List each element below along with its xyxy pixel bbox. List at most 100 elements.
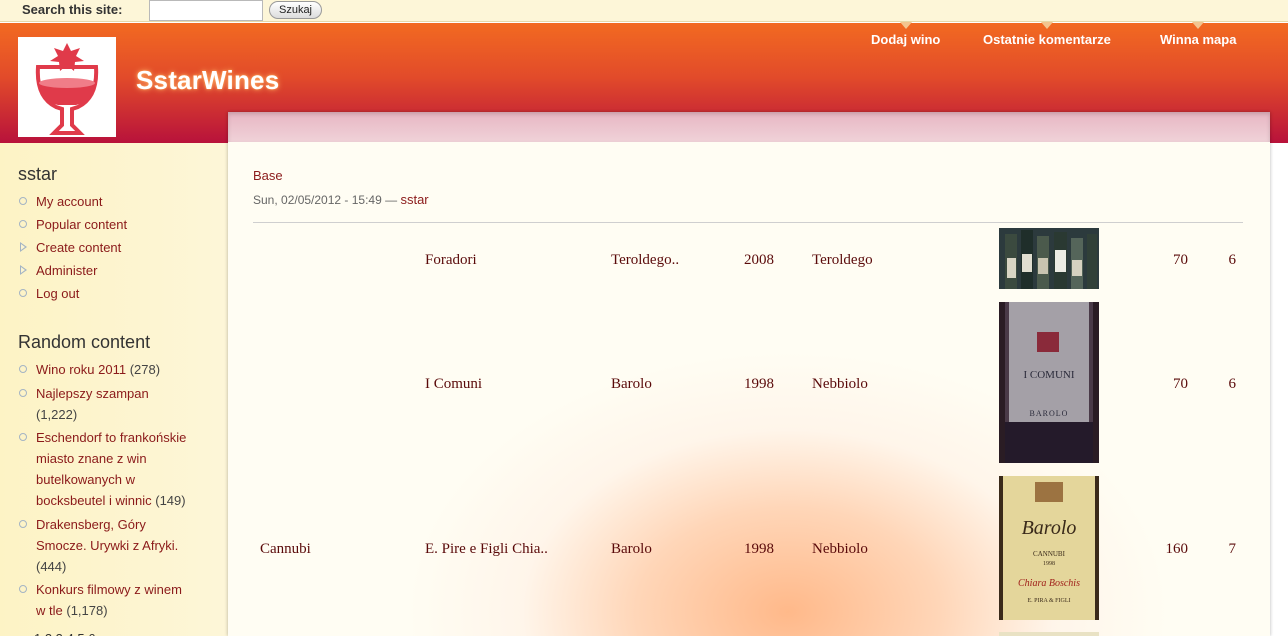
- random-item-link[interactable]: miasto znane z win: [36, 451, 147, 466]
- pager[interactable]: 1 2 3 4 5 6: [34, 628, 219, 636]
- meta-separator: —: [385, 193, 398, 207]
- random-item-link[interactable]: Wino roku 2011: [36, 362, 126, 377]
- nav-label: Ostatnie komentarze: [983, 32, 1111, 47]
- nav-ostatnie-komentarze[interactable]: Ostatnie komentarze: [983, 22, 1111, 47]
- grape-cell: Teroldego: [812, 252, 873, 268]
- year-cell: 1998: [744, 376, 774, 392]
- collapsed-arrow-icon: [20, 242, 27, 252]
- wine-photo-thumbnail[interactable]: I COMUNI BAROLO: [999, 302, 1099, 463]
- nav-pointer-icon: [1040, 22, 1053, 29]
- score-cell: 7: [1228, 541, 1237, 557]
- wine-cell: Barolo: [611, 541, 652, 557]
- search-button[interactable]: Szukaj: [269, 1, 322, 19]
- sidebar-item-log-out[interactable]: Log out: [19, 283, 221, 304]
- wine-glass-icon: [35, 43, 99, 135]
- view-count: (278): [129, 362, 161, 377]
- wine-cell: Barolo: [611, 376, 652, 392]
- svg-text:Chiara Boschis: Chiara Boschis: [1018, 578, 1080, 589]
- post-author-link[interactable]: sstar: [400, 192, 428, 207]
- random-item-wino-roku[interactable]: Wino roku 2011 (278): [19, 359, 221, 380]
- random-item-najlepszy-szampan[interactable]: Najlepszy szampan (1,222): [19, 383, 221, 425]
- collapsed-arrow-icon: [20, 265, 27, 275]
- random-item-link[interactable]: Najlepszy szampan: [36, 386, 149, 401]
- producer-cell: I Comuni: [425, 376, 483, 392]
- view-count: (444): [36, 559, 67, 574]
- nav-label: Winna mapa: [1160, 32, 1237, 47]
- post-meta: Sun, 02/05/2012 - 15:49 — sstar: [253, 192, 429, 207]
- svg-text:CANNUBI: CANNUBI: [1033, 550, 1066, 558]
- svg-text:E. PIRA & FIGLI: E. PIRA & FIGLI: [1027, 598, 1070, 604]
- grape-cell: Nebbiolo: [812, 541, 868, 557]
- nav-label: Dodaj wino: [871, 32, 941, 47]
- wine-photo-thumbnail-partial[interactable]: [999, 632, 1099, 636]
- user-menu-title: sstar: [18, 164, 58, 184]
- random-item-link[interactable]: w tle: [36, 603, 63, 618]
- main-top-band: [228, 112, 1270, 142]
- circle-bullet-icon: [19, 197, 27, 205]
- price-cell: 70: [1173, 252, 1188, 268]
- wine-cell: Teroldego..: [611, 252, 680, 268]
- random-item-link[interactable]: Konkurs filmowy z winem: [36, 582, 182, 597]
- random-item-konkurs-filmowy[interactable]: Konkurs filmowy z winem w tle (1,178): [19, 579, 221, 621]
- wine-photo-thumbnail[interactable]: [999, 228, 1099, 289]
- random-item-eschendorf[interactable]: Eschendorf to frankońskie miasto znane z…: [19, 427, 221, 511]
- svg-text:I COMUNI: I COMUNI: [1023, 369, 1074, 381]
- circle-bullet-icon: [19, 433, 27, 441]
- bottles-photo-icon: [999, 228, 1099, 289]
- search-label: Search this site:: [22, 2, 123, 17]
- price-cell: 70: [1173, 376, 1188, 392]
- random-item-link[interactable]: butelkowanych w: [36, 472, 135, 487]
- sidebar-item-create-content[interactable]: Create content: [20, 237, 221, 258]
- random-content-title: Random content: [18, 332, 151, 352]
- vineyard-cell: Cannubi: [260, 541, 311, 557]
- sidebar-item-label: Popular content: [36, 217, 128, 232]
- bottle-label-photo-icon: Barolo CANNUBI 1998 Chiara Boschis E. PI…: [999, 476, 1099, 620]
- producer-cell: Foradori: [425, 252, 477, 268]
- sidebar-item-popular-content[interactable]: Popular content: [19, 214, 221, 235]
- circle-bullet-icon: [19, 289, 27, 297]
- view-count: (149): [155, 493, 186, 508]
- circle-bullet-icon: [19, 585, 27, 593]
- svg-text:1998: 1998: [1043, 561, 1055, 567]
- circle-bullet-icon: [19, 389, 27, 397]
- circle-bullet-icon: [19, 220, 27, 228]
- year-cell: 1998: [744, 541, 774, 557]
- view-count: (1,178): [66, 603, 108, 618]
- nav-pointer-icon: [899, 22, 912, 29]
- wine-photo-thumbnail[interactable]: Barolo CANNUBI 1998 Chiara Boschis E. PI…: [999, 476, 1099, 620]
- search-bar: Search this site: Szukaj: [0, 0, 1288, 22]
- producer-cell: E. Pire e Figli Chia..: [425, 541, 548, 557]
- year-cell: 2008: [744, 252, 774, 268]
- score-cell: 6: [1228, 252, 1237, 268]
- breadcrumb[interactable]: Base: [253, 168, 283, 183]
- nav-dodaj-wino[interactable]: Dodaj wino: [871, 22, 941, 47]
- search-input[interactable]: [149, 0, 263, 21]
- nav-winna-mapa[interactable]: Winna mapa: [1160, 22, 1237, 47]
- circle-bullet-icon: [19, 365, 27, 373]
- divider: [253, 222, 1243, 223]
- random-item-link[interactable]: bocksbeutel i winnic: [36, 493, 152, 508]
- main-content: Base Sun, 02/05/2012 - 15:49 — sstar For…: [228, 112, 1270, 636]
- sidebar-item-label: Administer: [36, 263, 98, 278]
- random-item-link[interactable]: Drakensberg, Góry: [36, 517, 146, 532]
- sidebar-item-administer[interactable]: Administer: [20, 260, 221, 281]
- random-item-link[interactable]: Smocze. Urywki z Afryki.: [36, 538, 178, 553]
- site-name-link[interactable]: SstarWines: [136, 65, 279, 96]
- svg-text:BAROLO: BAROLO: [1030, 409, 1069, 418]
- circle-bullet-icon: [19, 520, 27, 528]
- sidebar: sstar My account Popular content Create …: [0, 143, 228, 636]
- random-item-drakensberg[interactable]: Drakensberg, Góry Smocze. Urywki z Afryk…: [19, 514, 221, 577]
- grape-cell: Nebbiolo: [812, 376, 868, 392]
- post-date: Sun, 02/05/2012 - 15:49: [253, 193, 382, 207]
- svg-text:Barolo: Barolo: [1022, 517, 1077, 539]
- score-cell: 6: [1228, 376, 1237, 392]
- random-item-link[interactable]: Eschendorf to frankońskie: [36, 430, 186, 445]
- view-count: (1,222): [36, 407, 78, 422]
- sidebar-item-my-account[interactable]: My account: [19, 191, 221, 212]
- site-logo[interactable]: [18, 37, 116, 137]
- sidebar-item-label: Create content: [36, 240, 122, 255]
- bottle-label-photo-icon: I COMUNI BAROLO: [999, 302, 1099, 463]
- sidebar-item-label: My account: [36, 194, 103, 209]
- sidebar-item-label: Log out: [36, 286, 80, 301]
- nav-pointer-icon: [1192, 22, 1205, 29]
